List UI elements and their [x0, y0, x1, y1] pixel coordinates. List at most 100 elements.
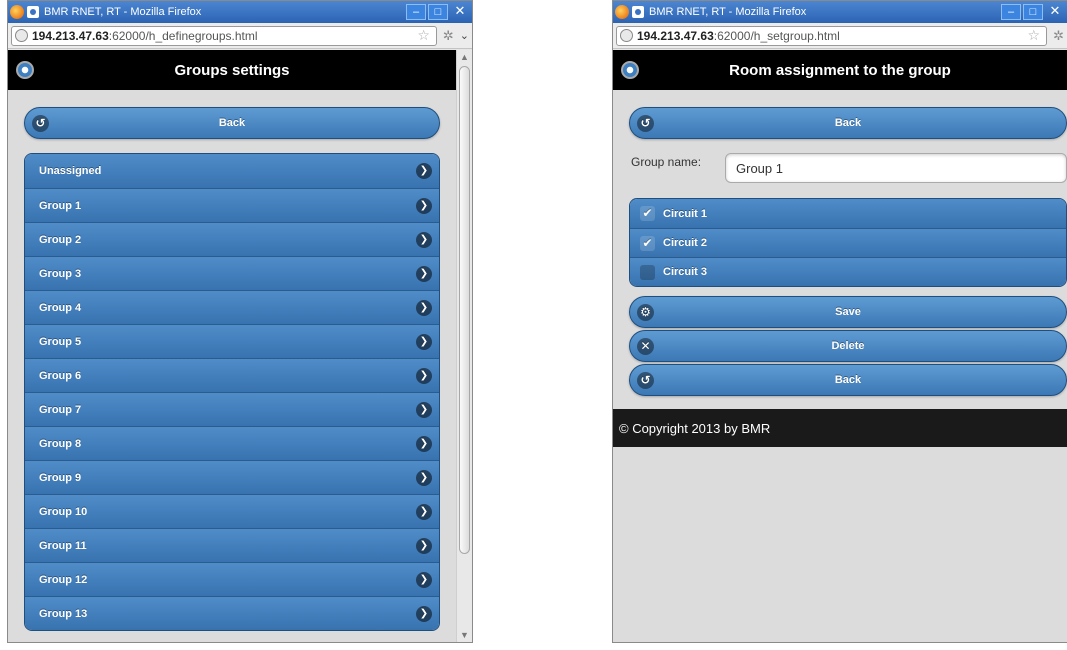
page-title: Room assignment to the group [729, 61, 951, 79]
scrollbar-thumb[interactable] [459, 66, 470, 554]
page-title: Groups settings [174, 61, 290, 79]
list-item-label: Group 6 [39, 369, 82, 382]
back-button[interactable]: ↺ Back [629, 107, 1067, 139]
addon-icon[interactable]: ✲ [1053, 28, 1064, 44]
list-item-label: Group 10 [39, 505, 88, 518]
back-icon: ↺ [637, 372, 654, 389]
home-icon[interactable] [621, 61, 639, 79]
back-button-bottom[interactable]: ↺ Back [629, 364, 1067, 396]
list-item-label: Group 5 [39, 335, 82, 348]
list-item-label: Group 11 [39, 539, 87, 552]
save-button[interactable]: ⚙ Save [629, 296, 1067, 328]
list-item-group-8[interactable]: Group 8 ❯ [25, 426, 439, 460]
list-item-label: Unassigned [39, 165, 102, 177]
group-list: Unassigned ❯ Group 1 ❯ Group 2 ❯ Group 3 ❯ G… [24, 153, 440, 631]
url-host: 194.213.47.63 [637, 28, 714, 43]
circuit-label: Circuit 2 [663, 237, 708, 249]
chevron-right-icon: ❯ [416, 572, 432, 588]
scroll-up-arrow-icon[interactable]: ▲ [457, 50, 472, 64]
back-button-label: Back [834, 117, 862, 129]
list-item-group-7[interactable]: Group 7 ❯ [25, 392, 439, 426]
checkbox-unchecked-icon[interactable] [640, 264, 655, 280]
addon-icon[interactable]: ✲ [443, 28, 454, 44]
groups-settings-page: Groups settings ↺ Back Unassigned ❯ Group… [8, 50, 456, 642]
chevron-right-icon: ❯ [416, 232, 432, 248]
gear-icon: ⚙ [637, 304, 654, 321]
title-bar: BMR RNET, RT - Mozilla Firefox – □ ✕ [613, 1, 1067, 23]
chevron-right-icon: ❯ [416, 504, 432, 520]
home-icon[interactable] [16, 61, 34, 79]
close-button[interactable]: ✕ [1045, 4, 1065, 20]
back-button[interactable]: ↺ Back [24, 107, 440, 139]
list-item-label: Group 3 [39, 267, 82, 280]
bookmark-star-icon[interactable]: ☆ [1028, 27, 1043, 44]
group-name-row: Group name: [629, 153, 1067, 183]
right-browser-window: BMR RNET, RT - Mozilla Firefox – □ ✕ 194… [612, 0, 1067, 643]
chevron-right-icon: ❯ [416, 300, 432, 316]
list-item-group-10[interactable]: Group 10 ❯ [25, 494, 439, 528]
delete-button[interactable]: ✕ Delete [629, 330, 1067, 362]
firefox-icon [10, 5, 24, 19]
list-item-label: Group 1 [39, 199, 82, 212]
title-bar: BMR RNET, RT - Mozilla Firefox – □ ✕ [8, 1, 472, 23]
chevron-down-icon[interactable]: ⌄ [460, 29, 469, 42]
page-footer: © Copyright 2013 by BMR [613, 409, 1067, 447]
list-item-group-12[interactable]: Group 12 ❯ [25, 562, 439, 596]
list-item-group-1[interactable]: Group 1 ❯ [25, 188, 439, 222]
list-item-group-13[interactable]: Group 13 ❯ [25, 596, 439, 630]
bookmark-star-icon[interactable]: ☆ [417, 27, 432, 44]
checkbox-checked-icon[interactable]: ✔ [640, 206, 655, 221]
maximize-button[interactable]: □ [1023, 4, 1043, 20]
minimize-button[interactable]: – [406, 4, 426, 20]
minimize-button[interactable]: – [1001, 4, 1021, 20]
globe-icon [620, 29, 633, 42]
list-item-group-6[interactable]: Group 6 ❯ [25, 358, 439, 392]
chevron-right-icon: ❯ [416, 368, 432, 384]
circuit-item-1[interactable]: ✔ Circuit 1 [630, 199, 1066, 228]
list-item-group-3[interactable]: Group 3 ❯ [25, 256, 439, 290]
list-item-group-11[interactable]: Group 11 ❯ [25, 528, 439, 562]
url-bar[interactable]: 194.213.47.63:62000/h_definegroups.html … [11, 25, 437, 46]
list-item-group-5[interactable]: Group 5 ❯ [25, 324, 439, 358]
url-bar[interactable]: 194.213.47.63:62000/h_setgroup.html ☆ [616, 25, 1048, 46]
list-item-group-2[interactable]: Group 2 ❯ [25, 222, 439, 256]
list-item-label: Group 12 [39, 573, 88, 586]
maximize-button[interactable]: □ [428, 4, 448, 20]
chevron-right-icon: ❯ [416, 402, 432, 418]
left-browser-window: BMR RNET, RT - Mozilla Firefox – □ ✕ 194… [7, 0, 473, 643]
page-header: Room assignment to the group [613, 50, 1067, 90]
circuit-item-2[interactable]: ✔ Circuit 2 [630, 228, 1066, 257]
url-path: :62000/h_setgroup.html [713, 28, 840, 43]
close-button[interactable]: ✕ [450, 4, 470, 20]
page-viewport: Groups settings ↺ Back Unassigned ❯ Group… [8, 50, 456, 642]
back-button-label: Back [218, 117, 246, 129]
navigation-toolbar: 194.213.47.63:62000/h_setgroup.html ☆ ✲ [613, 23, 1067, 49]
page-viewport: Room assignment to the group ↺ Back Grou… [613, 50, 1067, 642]
window-title: BMR RNET, RT - Mozilla Firefox [649, 6, 807, 18]
copyright-text: © Copyright 2013 by BMR [619, 420, 771, 436]
window-menu-icon[interactable] [632, 6, 644, 18]
list-item-group-4[interactable]: Group 4 ❯ [25, 290, 439, 324]
checkbox-checked-icon[interactable]: ✔ [640, 235, 655, 251]
chevron-right-icon: ❯ [416, 198, 432, 214]
url-path: :62000/h_definegroups.html [108, 28, 258, 43]
list-item-group-9[interactable]: Group 9 ❯ [25, 460, 439, 494]
circuit-label: Circuit 1 [663, 207, 708, 220]
list-item-label: Group 7 [39, 403, 82, 416]
save-button-label: Save [835, 306, 861, 318]
chevron-right-icon: ❯ [416, 163, 432, 179]
vertical-scrollbar[interactable]: ▲ ▼ [456, 50, 472, 642]
globe-icon [15, 29, 28, 42]
window-title: BMR RNET, RT - Mozilla Firefox [44, 6, 202, 18]
scroll-down-arrow-icon[interactable]: ▼ [457, 628, 472, 642]
chevron-right-icon: ❯ [416, 606, 432, 622]
group-name-input[interactable] [725, 153, 1067, 183]
circuit-item-3[interactable]: Circuit 3 [630, 257, 1066, 286]
delete-button-label: Delete [831, 340, 865, 352]
circuit-label: Circuit 3 [663, 266, 708, 278]
circuit-checklist: ✔ Circuit 1 ✔ Circuit 2 Circuit 3 [629, 198, 1067, 287]
list-item-unassigned[interactable]: Unassigned ❯ [25, 154, 439, 188]
navigation-toolbar: 194.213.47.63:62000/h_definegroups.html … [8, 23, 472, 49]
window-menu-icon[interactable] [27, 6, 39, 18]
back-icon: ↺ [32, 115, 49, 132]
